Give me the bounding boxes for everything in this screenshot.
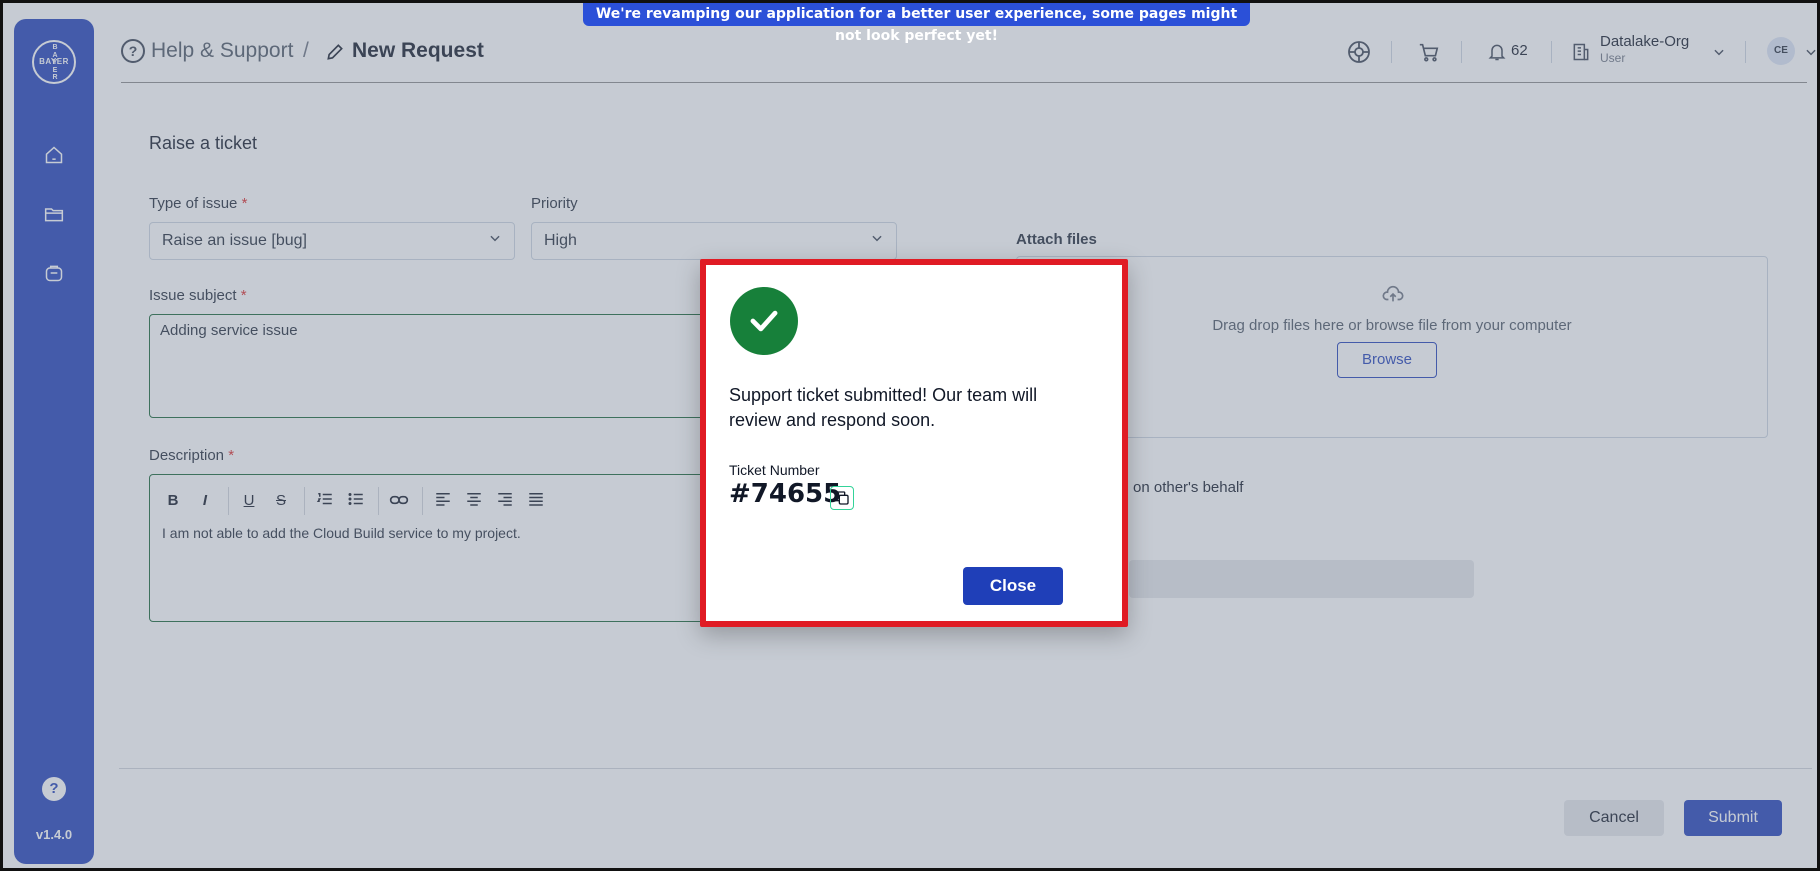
ticket-number: #74655 — [729, 479, 842, 509]
close-button[interactable]: Close — [963, 567, 1063, 605]
success-message: Support ticket submitted! Our team will … — [729, 385, 1038, 430]
ticket-number-label: Ticket Number — [729, 462, 820, 478]
app-frame: We're revamping our application for a be… — [3, 3, 1817, 868]
success-check-icon — [730, 287, 798, 355]
copy-icon[interactable] — [830, 486, 854, 510]
revamp-banner: We're revamping our application for a be… — [583, 3, 1250, 44]
ticket-success-modal: Support ticket submitted! Our team will … — [700, 259, 1128, 627]
